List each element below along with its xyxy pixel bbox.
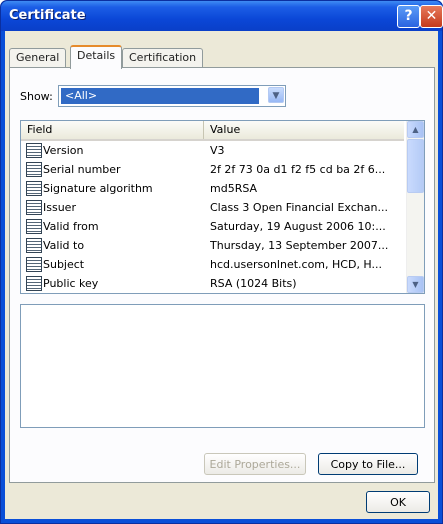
edit-properties-button[interactable]: Edit Properties... <box>204 453 306 475</box>
copy-to-file-button[interactable]: Copy to File... <box>318 453 418 475</box>
window-title: Certificate <box>9 8 86 23</box>
field-value: 2f 2f 73 0a d1 f2 f5 cd ba 2f 6... <box>210 163 386 176</box>
certificate-field-icon <box>26 257 42 272</box>
field-name: Public key <box>43 277 99 290</box>
list-header: Field Value <box>21 121 404 141</box>
chevron-down-icon[interactable]: ▼ <box>407 276 424 293</box>
field-name: Issuer <box>43 201 76 214</box>
field-value: Saturday, 19 August 2006 10:... <box>210 220 386 233</box>
list-item[interactable]: Issuer Class 3 Open Financial Exchan... <box>21 198 404 217</box>
field-value: V3 <box>210 144 225 157</box>
certificate-window: Certificate ? ✕ General Details Certific… <box>0 0 443 524</box>
title-bar[interactable]: Certificate ? ✕ <box>1 1 443 31</box>
certificate-field-icon <box>26 276 42 291</box>
field-name: Signature algorithm <box>43 182 153 195</box>
show-select-value: <All> <box>61 88 259 104</box>
help-button[interactable]: ? <box>397 5 420 28</box>
column-header-value[interactable]: Value <box>204 121 404 139</box>
vertical-scrollbar[interactable]: ▲ ▼ <box>406 121 424 293</box>
field-name: Valid from <box>43 220 99 233</box>
certificate-field-icon <box>26 143 42 158</box>
field-value: Class 3 Open Financial Exchan... <box>210 201 388 214</box>
list-item[interactable]: Public key RSA (1024 Bits) <box>21 274 404 293</box>
value-detail-box[interactable] <box>20 304 425 428</box>
list-item[interactable]: Valid from Saturday, 19 August 2006 10:.… <box>21 217 404 236</box>
dialog-body: General Details Certification Path Show:… <box>5 31 438 519</box>
list-item[interactable]: Subject hcd.usersonlnet.com, HCD, H... <box>21 255 404 274</box>
list-item[interactable]: Serial number 2f 2f 73 0a d1 f2 f5 cd ba… <box>21 160 404 179</box>
certificate-field-icon <box>26 200 42 215</box>
ok-button[interactable]: OK <box>366 491 430 513</box>
certificate-field-icon <box>26 238 42 253</box>
field-name: Valid to <box>43 239 85 252</box>
close-icon: ✕ <box>425 8 438 24</box>
show-label: Show: <box>20 90 53 103</box>
field-list[interactable]: Field Value Version V3 Serial number 2f … <box>20 120 425 294</box>
field-value: md5RSA <box>210 182 258 195</box>
field-name: Subject <box>43 258 85 271</box>
certificate-field-icon <box>26 219 42 234</box>
list-item[interactable]: Valid to Thursday, 13 September 2007... <box>21 236 404 255</box>
list-item[interactable]: Signature algorithm md5RSA <box>21 179 404 198</box>
list-item[interactable]: Version V3 <box>21 141 404 160</box>
field-value: hcd.usersonlnet.com, HCD, H... <box>210 258 382 271</box>
field-name: Version <box>43 144 84 157</box>
scrollbar-thumb[interactable] <box>407 139 424 193</box>
certificate-field-icon <box>26 162 42 177</box>
field-value: Thursday, 13 September 2007... <box>210 239 389 252</box>
field-value: RSA (1024 Bits) <box>210 277 297 290</box>
details-panel: Show: <All> ▼ Field Value Version V3 Ser… <box>9 67 435 483</box>
tab-certification-path[interactable]: Certification Path <box>122 48 204 82</box>
field-name: Serial number <box>43 163 121 176</box>
close-button[interactable]: ✕ <box>420 5 443 28</box>
help-icon: ? <box>404 8 413 24</box>
chevron-down-icon[interactable]: ▼ <box>268 87 284 103</box>
tab-general[interactable]: General <box>9 48 67 67</box>
certificate-field-icon <box>26 181 42 196</box>
tab-details[interactable]: Details <box>70 45 123 69</box>
chevron-up-icon[interactable]: ▲ <box>407 121 424 138</box>
show-select[interactable]: <All> ▼ <box>58 85 286 107</box>
column-header-field[interactable]: Field <box>21 121 204 139</box>
list-rows: Version V3 Serial number 2f 2f 73 0a d1 … <box>21 141 404 293</box>
